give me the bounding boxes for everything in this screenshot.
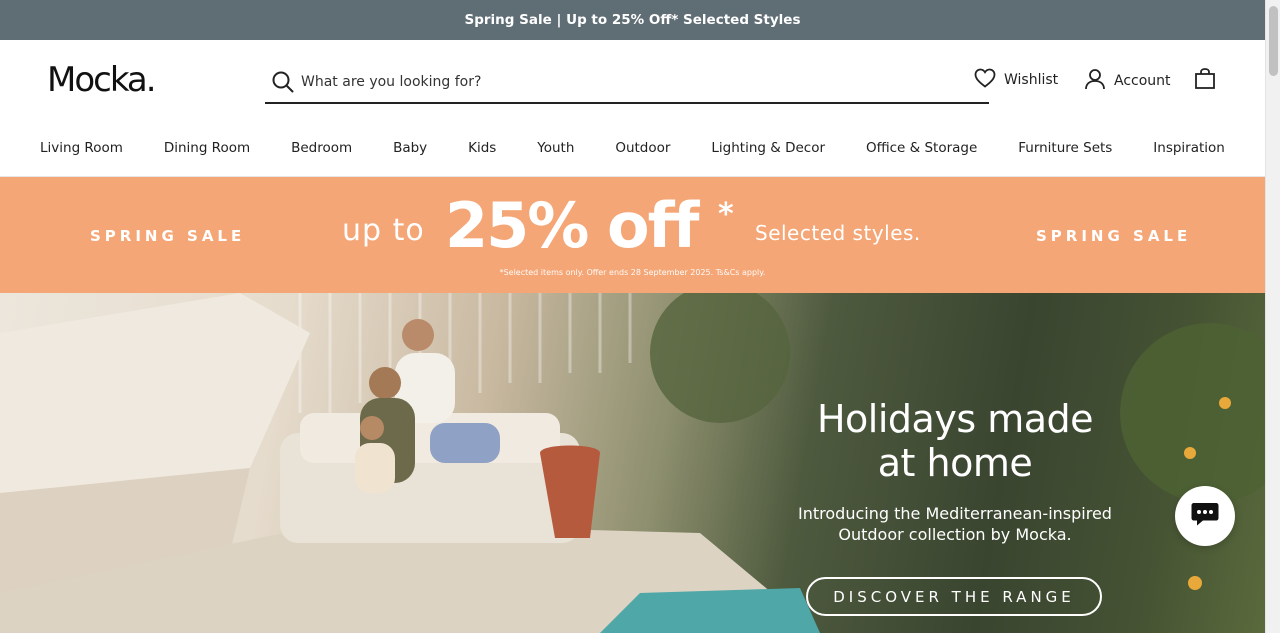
- chat-icon: [1190, 501, 1220, 531]
- chat-button[interactable]: [1175, 486, 1235, 546]
- site-header: Mocka. Wishlist Account: [0, 40, 1265, 120]
- nav-item-dining-room[interactable]: Dining Room: [164, 140, 250, 156]
- search-input[interactable]: [301, 74, 989, 90]
- announcement-bar[interactable]: Spring Sale | Up to 25% Off* Selected St…: [0, 0, 1265, 40]
- account-link[interactable]: Account: [1084, 68, 1171, 94]
- nav-item-kids[interactable]: Kids: [468, 140, 496, 156]
- page-scrollbar[interactable]: [1265, 0, 1280, 633]
- promo-right-label: SPRING SALE: [1036, 227, 1192, 245]
- scrollbar-thumb[interactable]: [1269, 6, 1278, 76]
- nav-item-baby[interactable]: Baby: [393, 140, 427, 156]
- nav-item-outdoor[interactable]: Outdoor: [615, 140, 670, 156]
- search-icon[interactable]: [265, 71, 301, 93]
- search-bar[interactable]: [265, 62, 989, 104]
- announcement-text[interactable]: Spring Sale | Up to 25% Off* Selected St…: [465, 12, 801, 28]
- hero-title-line-1: Holidays made: [816, 397, 1094, 441]
- discover-range-button[interactable]: DISCOVER THE RANGE: [806, 577, 1102, 616]
- wishlist-link[interactable]: Wishlist: [974, 68, 1058, 92]
- hero-subtitle-line-2: Outdoor collection by Mocka.: [838, 525, 1072, 544]
- hero-subtitle: Introducing the Mediterranean-inspired O…: [780, 503, 1130, 545]
- hero-title: Holidays made at home: [790, 397, 1120, 485]
- category-nav: Living Room Dining Room Bedroom Baby Kid…: [0, 120, 1265, 177]
- wishlist-label: Wishlist: [1004, 72, 1059, 88]
- user-icon: [1084, 68, 1106, 94]
- promo-discount: 25% off: [445, 189, 700, 262]
- promo-asterisk: *: [718, 197, 734, 232]
- nav-item-office-storage[interactable]: Office & Storage: [866, 140, 977, 156]
- promo-left-label: SPRING SALE: [90, 227, 246, 245]
- hero-subtitle-line-1: Introducing the Mediterranean-inspired: [798, 504, 1112, 523]
- shopping-bag-icon: [1193, 68, 1217, 95]
- promo-selected: Selected styles.: [755, 221, 921, 245]
- hero-title-line-2: at home: [877, 441, 1033, 485]
- nav-item-youth[interactable]: Youth: [537, 140, 574, 156]
- cart-button[interactable]: [1193, 67, 1217, 95]
- account-label: Account: [1114, 73, 1171, 89]
- nav-item-inspiration[interactable]: Inspiration: [1153, 140, 1225, 156]
- promo-upto: up to: [342, 213, 425, 248]
- site-logo[interactable]: Mocka.: [47, 60, 157, 100]
- promo-banner[interactable]: SPRING SALE up to 25% off * Selected sty…: [0, 177, 1265, 293]
- hero-banner[interactable]: Holidays made at home Introducing the Me…: [0, 293, 1265, 633]
- nav-item-lighting-decor[interactable]: Lighting & Decor: [711, 140, 825, 156]
- nav-item-living-room[interactable]: Living Room: [40, 140, 123, 156]
- heart-icon: [974, 68, 996, 92]
- nav-item-bedroom[interactable]: Bedroom: [291, 140, 352, 156]
- promo-fine-print: *Selected items only. Offer ends 28 Sept…: [499, 268, 766, 277]
- nav-item-furniture-sets[interactable]: Furniture Sets: [1018, 140, 1112, 156]
